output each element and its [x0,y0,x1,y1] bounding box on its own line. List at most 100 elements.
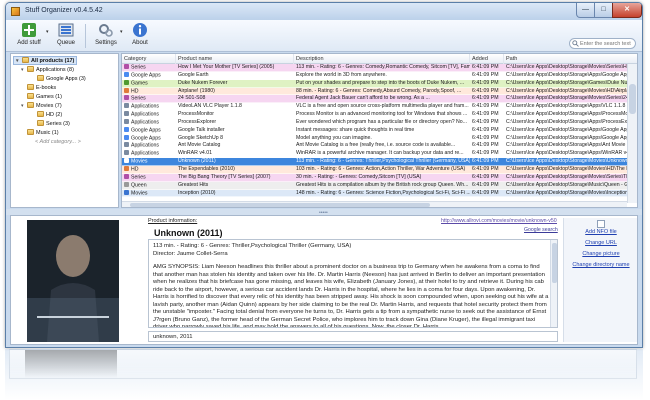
queue-button[interactable]: Queue [54,22,78,46]
cell-text: 6:41:09 PM [472,126,499,133]
table-row[interactable]: Movies Unknown (2011) 113 min. - Rating: 6… [122,158,637,166]
horizontal-scrollbar[interactable] [122,201,627,207]
tree-item-google-apps[interactable]: Google Apps (3) [37,75,86,84]
change-directory-name-link[interactable]: Change directory name [564,262,638,268]
cell-path: C:\Users\Ice Apps\Desktop\Storage\Music\… [504,182,627,190]
cell-text: 6:41:09 PM [472,71,499,78]
minimize-button[interactable]: — [576,3,595,18]
cell-text: 6:41:09 PM [472,189,499,196]
cell-text: C:\Users\Ice Apps\Desktop\Storage\Movies… [506,189,627,196]
cell-added: 6:41:09 PM [470,190,504,198]
tree-item-series[interactable]: Series (3) [37,120,70,129]
cell-text: 6:41:09 PM [472,87,499,94]
cell-path: C:\Users\Ice Apps\Desktop\Storage\Apps\G… [504,135,627,143]
cell-text: 30 min. - Rating: - Genres: Comedy,Sitco… [296,173,422,180]
reflection-poster [25,350,117,378]
detail-actions: Add NFO file Change URL Change picture C… [563,218,637,342]
cell-text: C:\Users\Ice Apps\Desktop\Storage\Games\… [506,79,627,86]
cell-text: 113 min. - Rating: 6 - Genres: Comedy,Ro… [296,64,470,70]
close-button[interactable]: ✕ [612,3,642,18]
table-row[interactable]: Movies Inception (2010) 148 min. - Rating:… [122,189,637,198]
table-row[interactable]: HD Airplane! (1980) 88 min. - Rating: 6 - … [122,87,637,96]
scrollbar-thumb[interactable] [552,243,557,283]
table-row[interactable]: HD The Expendables (2010) 103 min. - Ratin… [122,165,637,174]
add-dropdown-icon[interactable]: ▾ [46,29,49,35]
vertical-scrollbar[interactable] [627,64,637,203]
table-row[interactable]: Series 24 S01-S08 Federal Agent Jack Bauer… [122,95,637,104]
table-row[interactable]: Series The Big Bang Theory [TV Series] (2… [122,173,637,182]
cell-added: 6:41:09 PM [470,119,504,127]
cell-text: Explore the world in 3D from anywhere. [296,71,387,78]
folder-icon [37,75,44,81]
cell-added: 6:41:09 PM [470,142,504,150]
tree-item-movies[interactable]: ▾ Movies (7) [21,102,62,111]
table-row[interactable]: Series How I Met Your Mother [TV Series] … [122,64,637,72]
table-row[interactable]: Google Apps Google Earth Explore the world… [122,71,637,80]
category-tree[interactable]: ▾ All products (17) ▾ Applications (8) Goo… [10,53,119,208]
cell-text: Ever wondered which program has a partic… [296,118,467,125]
about-button[interactable]: About [128,22,152,46]
scrollbar-thumb[interactable] [130,203,430,207]
table-row[interactable]: Applications ProcessMonitor Process Monito… [122,111,637,119]
search-input[interactable] [580,40,634,48]
table-row[interactable]: Google Apps Google SketchUp 8 Model anythi… [122,134,637,143]
tree-item-e-books[interactable]: E-books [27,84,56,93]
window-title: Stuff Organizer v0.4.5.42 [25,7,103,14]
column-header-category[interactable]: Category [122,54,176,64]
cell-description: Process Monitor is an advanced monitorin… [294,111,470,119]
tree-item-all-products[interactable]: ▾ All products (17) [13,56,78,65]
column-header-description[interactable]: Description [294,54,470,64]
table-rows: Series How I Met Your Mother [TV Series] … [122,64,637,198]
settings-button[interactable]: Settings [92,22,120,46]
product-url-link[interactable]: http://www.allrovi.com/movies/movie/unkn… [441,218,557,224]
cell-description: 113 min. - Rating: 6 - Genres: Comedy,Ro… [294,64,470,72]
cell-category: Google Apps [122,71,176,80]
product-description-box[interactable]: 113 min. - Rating: 6 - Genres: Thriller,… [148,239,558,328]
settings-dropdown-icon[interactable]: ▾ [120,29,123,35]
table-row[interactable]: Applications WinRAR v4.01 WinRAR is a powe… [122,150,637,159]
add-stuff-button[interactable]: Add stuff [12,22,46,46]
tree-item-hd[interactable]: HD (2) [37,111,62,120]
cell-path: C:\Users\Ice Apps\Desktop\Storage\Apps\A… [504,142,627,150]
cell-text: Applications [131,103,159,110]
maximize-button[interactable]: □ [594,3,613,18]
cell-category: Google Apps [122,134,176,143]
category-icon [124,142,129,148]
column-header-added[interactable]: Added [470,54,504,64]
table-row[interactable]: Queen Greatest Hits Greatest Hits is a com… [122,181,637,190]
add-icon [22,23,36,37]
tree-item-add-category[interactable]: < Add category... > [35,138,81,147]
window-reflection [5,349,643,400]
category-icon [124,158,129,164]
cell-added: 6:41:09 PM [470,88,504,96]
table-row[interactable]: Applications Ant Movie Catalog Ant Movie C… [122,142,637,151]
cell-path: C:\Users\Ice Apps\Desktop\Storage\Movies… [504,190,627,198]
tags-field[interactable]: unknown, 2011 [148,331,558,342]
table-row[interactable]: Applications VideoLAN VLC Player 1.1.8 VLC… [122,103,637,112]
cell-text: 6:41:09 PM [472,181,499,188]
description-scrollbar[interactable] [550,240,557,327]
cell-text: 6:41:09 PM [472,95,499,102]
movie-poster-image[interactable] [27,220,119,342]
table-row[interactable]: Google Apps Google Talk installer Instant … [122,126,637,135]
title-bar[interactable]: Stuff Organizer v0.4.5.42 — □ ✕ [6,3,642,20]
tree-item-applications[interactable]: ▾ Applications (8) [21,66,74,75]
column-header-path[interactable]: Path [504,54,637,64]
add-nfo-file-link[interactable]: Add NFO file [564,229,638,235]
change-url-link[interactable]: Change URL [564,240,638,246]
table-row[interactable]: Games Duke Nukem Forever Put on your shade… [122,79,637,88]
cell-text: Google Apps [131,135,161,142]
tree-item-label: Games (1) [36,94,62,100]
description-synopsis: AMG SYNOPSIS: Liam Neeson headlines this… [153,264,549,328]
cell-text: Inception (2010) [178,189,216,196]
change-picture-link[interactable]: Change picture [564,251,638,257]
products-table[interactable]: Category Product name Description Added … [121,53,638,208]
search-box[interactable] [569,38,636,49]
table-row[interactable]: Applications ProcessExplorer Ever wondered… [122,118,637,127]
tree-item-games[interactable]: Games (1) [27,93,62,102]
scrollbar-thumb[interactable] [629,84,636,114]
tree-item-music[interactable]: Music (1) [27,129,59,138]
cell-added: 6:41:09 PM [470,80,504,88]
column-header-product-name[interactable]: Product name [176,54,294,64]
google-search-link[interactable]: Google search [524,227,558,233]
